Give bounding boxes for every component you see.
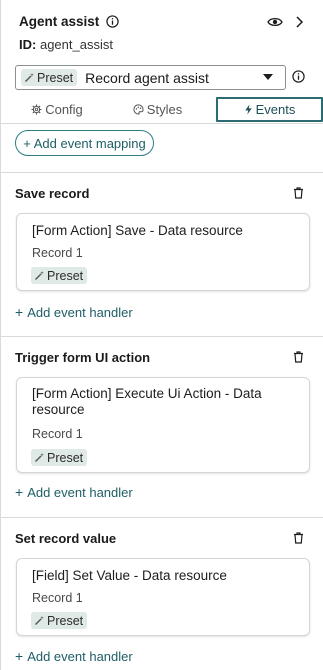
preset-badge: Preset: [21, 69, 78, 86]
tab-config[interactable]: Config: [15, 97, 99, 122]
tab-bar: Config Styles Events: [15, 97, 323, 122]
info-icon[interactable]: [292, 70, 305, 83]
trash-icon[interactable]: [293, 187, 304, 199]
event-card-subtitle: Record 1: [32, 427, 83, 441]
add-event-handler-label: Add event handler: [27, 648, 133, 664]
plus-icon: +: [15, 304, 24, 320]
preset-badge: Preset: [31, 449, 88, 466]
palette-icon: [133, 104, 144, 115]
bolt-icon: [244, 104, 252, 115]
wand-icon: [35, 616, 44, 625]
add-event-mapping-button[interactable]: + Add event mapping: [15, 130, 154, 156]
panel-header: Agent assist ID: agent_assist Preset Rec…: [1, 0, 323, 124]
title-row: Agent assist: [19, 14, 119, 29]
event-card-title: [Form Action] Execute Ui Action - Data r…: [32, 386, 262, 417]
preset-select[interactable]: Preset Record agent assist: [15, 65, 286, 90]
divider: [1, 123, 323, 124]
tab-events-label: Events: [255, 102, 296, 117]
add-event-handler-button[interactable]: + Add event handler: [15, 484, 133, 500]
event-card-subtitle: Record 1: [32, 246, 83, 260]
event-card-subtitle: Record 1: [32, 591, 83, 605]
event-card-title: [Form Action] Save - Data resource: [32, 223, 243, 238]
preset-badge: Preset: [31, 267, 88, 284]
section-title-set-record-value: Set record value: [15, 531, 117, 546]
add-event-handler-button[interactable]: + Add event handler: [15, 648, 133, 664]
preset-select-value: Record agent assist: [85, 69, 209, 86]
id-label: ID:: [19, 37, 37, 52]
preset-badge-label: Preset: [47, 268, 84, 283]
preset-badge-label: Preset: [47, 613, 84, 628]
section-title-trigger-form-ui-action: Trigger form UI action: [15, 350, 151, 365]
component-title: Agent assist: [19, 14, 100, 29]
trash-icon[interactable]: [293, 532, 304, 544]
info-icon[interactable]: [106, 15, 119, 28]
preset-badge: Preset: [31, 612, 88, 629]
wand-icon: [35, 453, 44, 462]
event-card[interactable]: [Form Action] Save - Data resource Recor…: [16, 213, 310, 291]
event-card-title: [Field] Set Value - Data resource: [32, 568, 227, 583]
tab-styles-label: Styles: [146, 102, 183, 117]
trash-icon[interactable]: [293, 351, 304, 363]
preset-badge-label: Preset: [47, 450, 84, 465]
id-value: agent_assist: [39, 37, 113, 52]
divider: [1, 336, 323, 337]
chevron-right-icon[interactable]: [293, 15, 305, 29]
plus-icon: +: [15, 484, 24, 500]
tab-styles[interactable]: Styles: [99, 97, 216, 122]
tab-events[interactable]: Events: [216, 97, 323, 122]
wand-icon: [25, 73, 34, 82]
wand-icon: [35, 271, 44, 280]
add-event-handler-label: Add event handler: [27, 484, 133, 500]
gear-icon: [31, 104, 42, 115]
event-card[interactable]: [Field] Set Value - Data resource Record…: [16, 558, 310, 636]
tab-config-label: Config: [45, 102, 83, 117]
preset-badge-label: Preset: [37, 70, 74, 85]
add-event-handler-label: Add event handler: [27, 304, 133, 320]
component-id: ID: agent_assist: [19, 37, 113, 52]
event-card[interactable]: [Form Action] Execute Ui Action - Data r…: [16, 377, 310, 473]
divider: [1, 172, 323, 173]
divider: [1, 517, 323, 518]
add-event-handler-button[interactable]: + Add event handler: [15, 304, 133, 320]
plus-icon: +: [15, 648, 24, 664]
event-panel: Agent assist ID: agent_assist Preset Rec…: [0, 0, 323, 670]
section-title-save-record: Save record: [15, 186, 90, 201]
eye-icon[interactable]: [267, 16, 283, 28]
caret-down-icon: [263, 74, 273, 80]
